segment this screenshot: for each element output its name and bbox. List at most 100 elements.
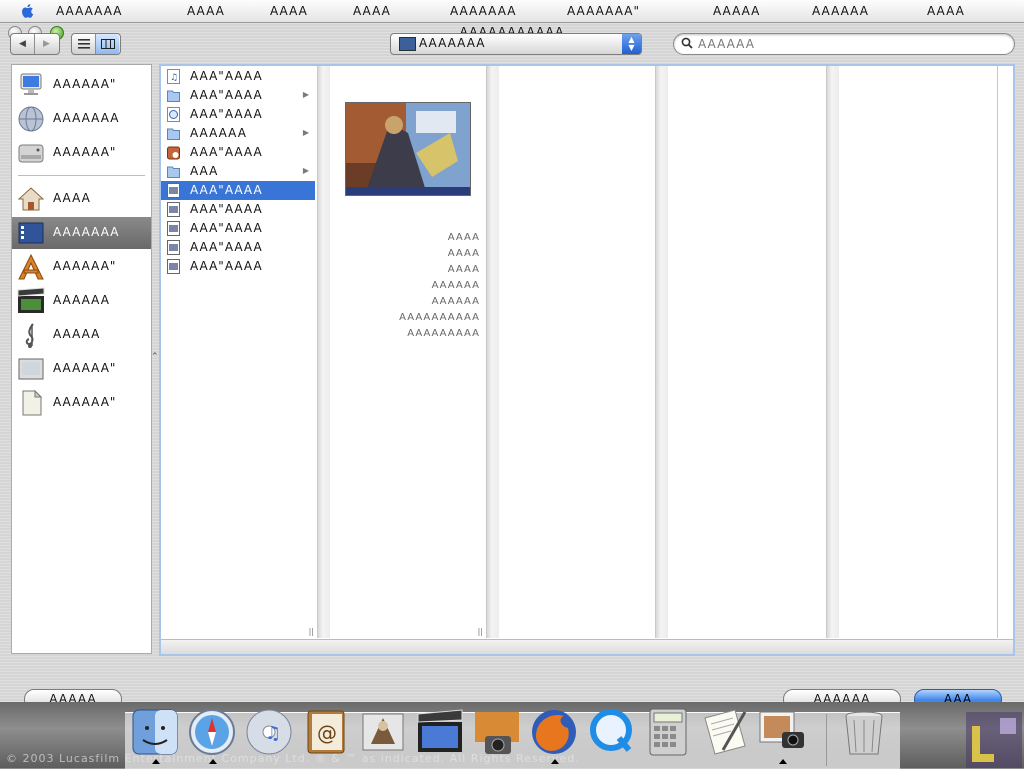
list-item[interactable]: AAA"AAAA xyxy=(161,219,315,238)
search-field[interactable] xyxy=(673,33,1015,55)
search-icon xyxy=(681,37,693,49)
sidebar-item-music[interactable]: AAAAA xyxy=(12,319,151,351)
sidebar-label: AAAAAA" xyxy=(53,259,117,273)
sidebar-label: AAAAAA xyxy=(53,293,110,307)
browser-column-1: ♫ AAA"AAAA AAA"AAAA ▶ AAA"AAAA AAAAAA ▶ … xyxy=(161,66,318,638)
list-item[interactable]: AAA"AAAA ▶ xyxy=(161,86,315,105)
list-item[interactable]: AAA"AAAA xyxy=(161,257,315,276)
menu-item-7[interactable]: AAAAA xyxy=(713,3,760,19)
image-file-icon xyxy=(167,202,180,217)
music-icon xyxy=(25,323,34,348)
file-name: AAA"AAAA xyxy=(190,69,263,83)
sidebar-label: AAAAAAA xyxy=(53,225,120,239)
textedit-icon xyxy=(704,709,747,755)
sidebar-label: AAAAAA" xyxy=(53,77,117,91)
dock-item-address-book[interactable]: @ xyxy=(300,706,352,762)
list-item[interactable]: AAA"AAAA xyxy=(161,238,315,257)
sidebar-item-computer[interactable]: AAAAAA" xyxy=(12,69,151,101)
sidebar-item-desktop[interactable]: AAAAAAA xyxy=(12,217,151,249)
column-view-button[interactable] xyxy=(96,34,119,54)
sidebar-item-network[interactable]: AAAAAAA xyxy=(12,103,151,135)
disclosure-arrow-icon: ▶ xyxy=(302,90,309,99)
column-resize-handle[interactable]: || xyxy=(309,627,314,636)
list-item[interactable]: AAA"AAAA xyxy=(161,105,315,124)
preview-thumbnail xyxy=(345,102,471,196)
dock-item-finder[interactable] xyxy=(129,706,181,764)
applications-icon xyxy=(18,253,44,280)
column-view-icon xyxy=(100,39,115,49)
sidebar-item-home[interactable]: AAAA xyxy=(12,183,151,215)
menu-item-8[interactable]: AAAAAA xyxy=(812,3,869,19)
folder-icon xyxy=(167,166,180,178)
horizontal-scrollbar[interactable] xyxy=(161,639,1013,654)
apple-menu-icon[interactable] xyxy=(19,2,37,20)
list-item-selected[interactable]: AAA"AAAA xyxy=(161,181,315,200)
back-forward-control: ◀ ▶ xyxy=(10,33,60,55)
desktop-corner-logo xyxy=(966,712,1022,768)
sidebar-item-applications[interactable]: AAAAAA" xyxy=(12,251,151,283)
sidebar-item-hard-disk[interactable]: AAAAAA" xyxy=(12,137,151,169)
back-button[interactable]: ◀ xyxy=(11,34,35,54)
browser-column-preview: AAAA AAAA AAAA AAAAAA AAAAAA AAAAAAAAAA … xyxy=(330,66,487,638)
back-arrow-icon: ◀ xyxy=(19,39,26,49)
sidebar-item-movies[interactable]: AAAAAA xyxy=(12,285,151,317)
menu-item-6[interactable]: AAAAAAA" xyxy=(567,3,640,19)
dock-item-firefox[interactable] xyxy=(528,706,580,764)
menu-item-4[interactable]: AAAA xyxy=(353,3,391,19)
dock-item-mail[interactable] xyxy=(357,706,409,762)
dock-item-calculator[interactable] xyxy=(642,706,694,762)
search-input[interactable] xyxy=(696,35,1000,53)
list-view-button[interactable] xyxy=(72,34,96,54)
pictures-icon xyxy=(18,358,44,380)
browser-column-empty xyxy=(839,66,998,638)
info-key: AAAAAA xyxy=(431,280,480,291)
file-name: AAA xyxy=(190,164,219,178)
list-item[interactable]: ♫ AAA"AAAA xyxy=(161,67,315,86)
browser-column-empty xyxy=(499,66,656,638)
image-capture-icon xyxy=(759,711,804,748)
disclosure-arrow-icon: ▶ xyxy=(302,128,309,137)
menu-item-9[interactable]: AAAA xyxy=(927,3,965,19)
image-file-icon xyxy=(167,240,180,255)
sidebar-item-pictures[interactable]: AAAAAA" xyxy=(12,353,151,385)
dock-separator xyxy=(826,714,827,766)
iphoto-icon xyxy=(475,712,519,754)
mail-icon xyxy=(362,713,404,751)
sidebar-label: AAAAAA" xyxy=(53,145,117,159)
image-file-icon xyxy=(167,259,180,274)
sidebar-item-documents[interactable]: AAAAAA" xyxy=(12,387,151,419)
folder-icon xyxy=(167,128,180,140)
sidebar-label: AAAAAA" xyxy=(53,395,117,409)
menu-item-1[interactable]: AAAAAAA xyxy=(56,3,122,19)
itunes-icon: ♫ xyxy=(246,709,292,755)
file-name: AAA"AAAA xyxy=(190,259,263,273)
column-resize-handle[interactable]: || xyxy=(478,627,483,636)
list-item[interactable]: AAA"AAAA xyxy=(161,200,315,219)
dock-item-trash[interactable] xyxy=(838,706,890,762)
trash-icon xyxy=(845,711,883,755)
dock-item-imovie[interactable] xyxy=(414,706,466,762)
info-key: AAAAAA xyxy=(431,296,480,307)
list-item[interactable]: AAA"AAAA xyxy=(161,143,315,162)
folder-icon xyxy=(167,90,180,102)
calculator-icon xyxy=(649,708,687,756)
forward-button[interactable]: ▶ xyxy=(35,34,58,54)
running-indicator xyxy=(209,759,217,764)
dock-item-quicktime[interactable] xyxy=(585,706,637,762)
dock-item-textedit[interactable] xyxy=(699,706,751,762)
dock-item-safari[interactable] xyxy=(186,706,238,764)
svg-text:@: @ xyxy=(317,721,337,745)
dock-item-image-capture[interactable] xyxy=(756,706,808,764)
running-indicator xyxy=(551,759,559,764)
file-name: AAA"AAAA xyxy=(190,202,263,216)
dock-item-iphoto[interactable] xyxy=(471,706,523,762)
menu-item-5[interactable]: AAAAAAA xyxy=(450,3,516,19)
list-item[interactable]: AAA ▶ xyxy=(161,162,315,181)
file-name: AAA"AAAA xyxy=(190,145,263,159)
list-item[interactable]: AAAAAA ▶ xyxy=(161,124,315,143)
dock-item-itunes[interactable]: ♫ xyxy=(243,706,295,762)
menu-item-3[interactable]: AAAA xyxy=(270,3,308,19)
location-popup[interactable]: AAAAAAA ▲ ▼ xyxy=(390,33,642,55)
sidebar-splitter-handle[interactable]: ⌃ xyxy=(151,352,159,362)
menu-item-2[interactable]: AAAA xyxy=(187,3,225,19)
